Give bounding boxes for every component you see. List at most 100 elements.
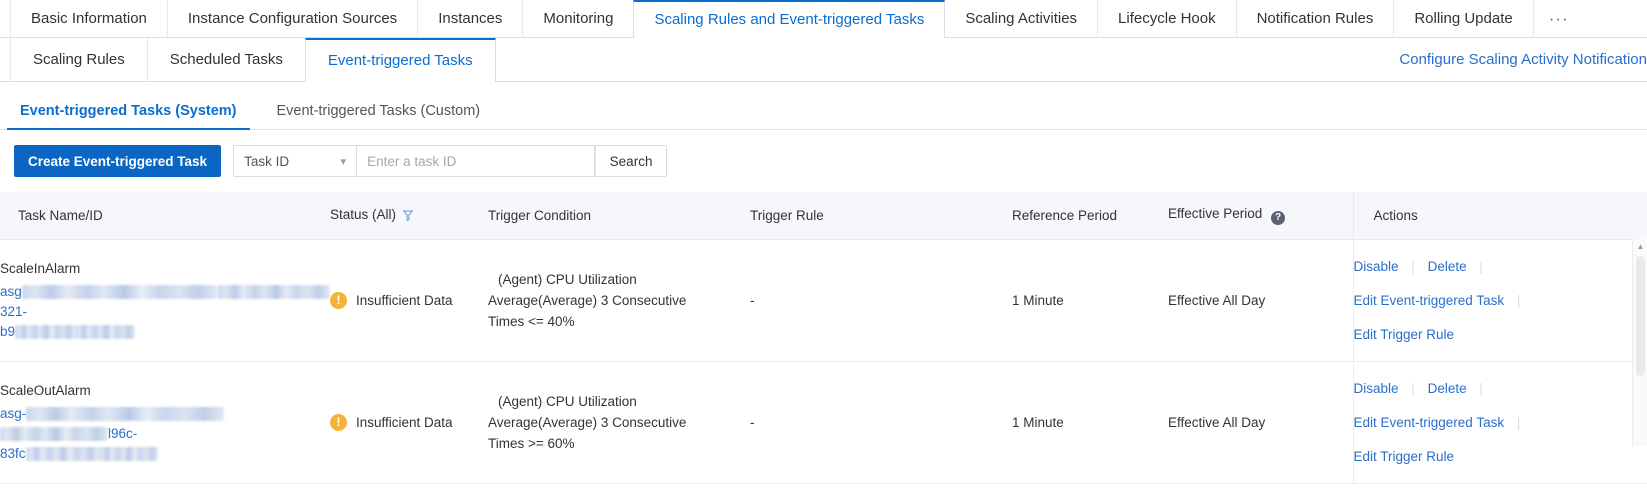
chevron-down-icon: ▾ <box>340 155 347 168</box>
tab-basic-information[interactable]: Basic Information <box>10 0 168 37</box>
column-header-trigger-rule: Trigger Rule <box>750 192 1012 240</box>
condition-line-1: (Agent) CPU Utilization <box>498 271 637 287</box>
tab-notification-rules[interactable]: Notification Rules <box>1235 0 1395 37</box>
column-header-status[interactable]: Status (All) <box>330 192 488 240</box>
action-separator: | <box>1516 292 1521 308</box>
action-separator: | <box>1411 380 1415 396</box>
task-id-link[interactable]: asg 321- b9 <box>0 282 330 342</box>
task-id-prefix: asg- <box>0 406 27 421</box>
configure-scaling-activity-notification-link[interactable]: Configure Scaling Activity Notification <box>1399 38 1647 81</box>
header-label: Effective Period <box>1168 206 1263 221</box>
condition-line-2: Average(Average) 3 Consecutive <box>488 292 687 308</box>
tab-label: Scaling Activities <box>965 10 1078 27</box>
actions-row-1: Disable | Delete | <box>1354 378 1647 399</box>
subtab-label: Event-triggered Tasks <box>327 52 473 69</box>
redacted-text <box>75 325 136 339</box>
subtab-scaling-rules[interactable]: Scaling Rules <box>10 38 148 81</box>
table-header-row: Task Name/ID Status (All) Trigger Condit… <box>0 192 1647 240</box>
create-event-triggered-task-button[interactable]: Create Event-triggered Task <box>14 145 222 177</box>
more-tabs-icon[interactable]: ··· <box>1533 0 1585 37</box>
tab-instances[interactable]: Instances <box>417 0 524 37</box>
search-field-select[interactable]: Task ID ▾ <box>233 145 358 177</box>
inner-tab-label: Event-triggered Tasks (System) <box>20 103 237 119</box>
redacted-text <box>15 325 76 339</box>
table-vertical-scrollbar[interactable]: ▲ <box>1632 238 1647 446</box>
inner-tab-system[interactable]: Event-triggered Tasks (System) <box>7 103 249 130</box>
tab-lifecycle-hook[interactable]: Lifecycle Hook <box>1097 0 1237 37</box>
tab-label: Instances <box>438 10 503 27</box>
header-label: Actions <box>1373 207 1418 223</box>
disable-action[interactable]: Disable <box>1354 381 1399 396</box>
redacted-text <box>97 447 158 461</box>
column-header-reference-period: Reference Period <box>1012 192 1168 240</box>
cell-trigger-condition: (Agent) CPU Utilization Average(Average)… <box>488 361 750 484</box>
page-root: Basic Information Instance Configuration… <box>0 0 1647 504</box>
tab-instance-configuration-sources[interactable]: Instance Configuration Sources <box>166 0 419 37</box>
redacted-text <box>26 407 225 421</box>
subtab-label: Scaling Rules <box>33 51 125 68</box>
action-separator: | <box>1516 414 1521 430</box>
subtab-label: Scheduled Tasks <box>169 51 283 68</box>
status-badge: ! Insufficient Data <box>330 290 488 311</box>
cell-trigger-rule: - <box>750 239 1012 362</box>
cell-reference-period: 1 Minute <box>1012 361 1168 484</box>
status-label: Insufficient Data <box>356 292 453 308</box>
actions-row-1: Disable | Delete | <box>1354 256 1647 277</box>
tasks-table-wrapper: Task Name/ID Status (All) Trigger Condit… <box>0 192 1647 484</box>
edit-event-triggered-task-action[interactable]: Edit Event-triggered Task <box>1354 293 1505 308</box>
tab-scaling-activities[interactable]: Scaling Activities <box>944 0 1099 37</box>
link-label: Configure Scaling Activity Notification <box>1399 51 1647 68</box>
warning-glyph: ! <box>336 292 341 307</box>
edit-trigger-rule-action[interactable]: Edit Trigger Rule <box>1354 449 1455 464</box>
condition-line-2: Average(Average) 3 Consecutive <box>488 414 687 430</box>
delete-action[interactable]: Delete <box>1428 259 1467 274</box>
tab-monitoring[interactable]: Monitoring <box>522 0 635 37</box>
task-id-mid: 321- <box>0 304 28 319</box>
tab-scaling-rules-and-event-triggered-tasks[interactable]: Scaling Rules and Event-triggered Tasks <box>633 0 946 38</box>
disable-action[interactable]: Disable <box>1354 259 1399 274</box>
table-body: ScaleInAlarm asg 321- b9 ! Insufficient Da… <box>0 239 1647 484</box>
filter-funnel-icon[interactable] <box>402 209 414 224</box>
warning-icon: ! <box>330 413 347 431</box>
inner-tab-custom[interactable]: Event-triggered Tasks (Custom) <box>271 103 487 129</box>
event-triggered-tasks-table: Task Name/ID Status (All) Trigger Condit… <box>0 192 1647 484</box>
search-input[interactable] <box>357 145 596 177</box>
search-button[interactable]: Search <box>595 145 668 177</box>
inner-tab-label: Event-triggered Tasks (Custom) <box>276 103 481 119</box>
action-separator: | <box>1479 380 1483 396</box>
warning-glyph: ! <box>336 414 341 429</box>
tab-rolling-update[interactable]: Rolling Update <box>1393 0 1534 37</box>
edit-event-triggered-task-action[interactable]: Edit Event-triggered Task <box>1354 415 1505 430</box>
tab-label: Notification Rules <box>1256 10 1374 27</box>
task-name: ScaleInAlarm <box>0 261 81 276</box>
edit-trigger-rule-action[interactable]: Edit Trigger Rule <box>1354 327 1455 342</box>
task-id-mid: l96c- <box>108 426 138 441</box>
header-label: Reference Period <box>1012 207 1118 223</box>
column-header-actions: Actions <box>1352 192 1647 240</box>
subtab-scheduled-tasks[interactable]: Scheduled Tasks <box>146 38 306 81</box>
table-row: ScaleInAlarm asg 321- b9 ! Insufficient Da… <box>0 239 1647 362</box>
tab-label: Basic Information <box>31 10 147 27</box>
table-head: Task Name/ID Status (All) Trigger Condit… <box>0 192 1647 240</box>
column-header-effective-period: Effective Period ? <box>1168 192 1353 240</box>
help-icon[interactable]: ? <box>1271 210 1286 225</box>
delete-action[interactable]: Delete <box>1428 381 1467 396</box>
action-separator: | <box>1479 258 1483 274</box>
scroll-up-arrow-icon[interactable]: ▲ <box>1633 238 1647 254</box>
task-id-suffix: b9 <box>0 324 16 339</box>
task-id-link[interactable]: asg-l96c- 83fc <box>0 404 330 464</box>
condition-line-3: Times <= 40% <box>488 313 575 329</box>
header-label: Status (All) <box>330 206 397 222</box>
scrollbar-thumb[interactable] <box>1636 256 1645 376</box>
actions-row-3: Edit Trigger Rule <box>1354 446 1647 467</box>
redacted-text <box>21 285 218 299</box>
condition-line-1: (Agent) CPU Utilization <box>498 393 637 409</box>
subtab-event-triggered-tasks[interactable]: Event-triggered Tasks <box>304 38 496 82</box>
tab-label: Monitoring <box>543 10 614 27</box>
cell-status: ! Insufficient Data <box>330 361 488 484</box>
tab-label: Scaling Rules and Event-triggered Tasks <box>654 11 925 28</box>
header-label: Trigger Condition <box>488 207 592 223</box>
status-label: Insufficient Data <box>356 414 453 430</box>
redacted-text <box>217 285 330 299</box>
cell-task-name-id: ScaleOutAlarm asg-l96c- 83fc <box>0 361 330 484</box>
